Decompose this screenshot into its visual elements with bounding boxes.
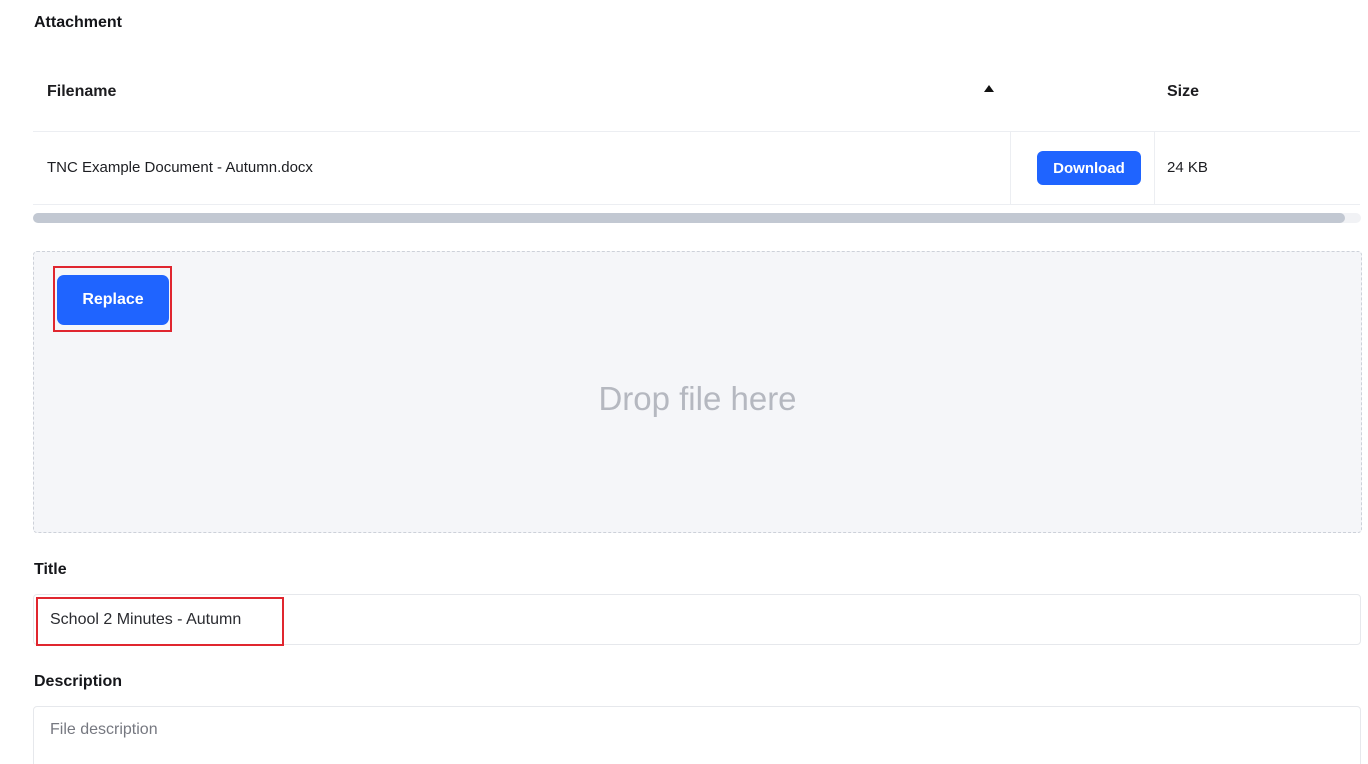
attachment-filename: TNC Example Document - Autumn.docx bbox=[47, 159, 313, 176]
horizontal-scrollbar[interactable] bbox=[33, 213, 1361, 223]
attachment-heading: Attachment bbox=[34, 14, 123, 31]
file-dropzone[interactable]: Replace Drop file here bbox=[33, 251, 1362, 533]
title-input[interactable] bbox=[33, 594, 1361, 645]
replace-button[interactable]: Replace bbox=[57, 275, 169, 325]
drop-file-text: Drop file here bbox=[598, 380, 797, 417]
description-label: Description bbox=[34, 673, 123, 690]
column-header-size[interactable]: Size bbox=[1167, 83, 1199, 101]
sort-ascending-icon[interactable] bbox=[984, 85, 994, 92]
description-input[interactable] bbox=[33, 706, 1361, 764]
attachment-form: Attachment Filename Size TNC Example Doc… bbox=[0, 0, 1368, 764]
title-label: Title bbox=[34, 561, 67, 578]
column-header-filename[interactable]: Filename bbox=[47, 83, 116, 101]
table-row: TNC Example Document - Autumn.docx Downl… bbox=[33, 132, 1360, 205]
attachment-action-cell: Download bbox=[1010, 132, 1155, 204]
download-button[interactable]: Download bbox=[1037, 151, 1141, 185]
table-header: Filename Size bbox=[33, 56, 1360, 132]
attachment-table: Filename Size TNC Example Document - Aut… bbox=[33, 56, 1360, 205]
scrollbar-thumb[interactable] bbox=[33, 213, 1345, 223]
attachment-size: 24 KB bbox=[1167, 159, 1208, 176]
